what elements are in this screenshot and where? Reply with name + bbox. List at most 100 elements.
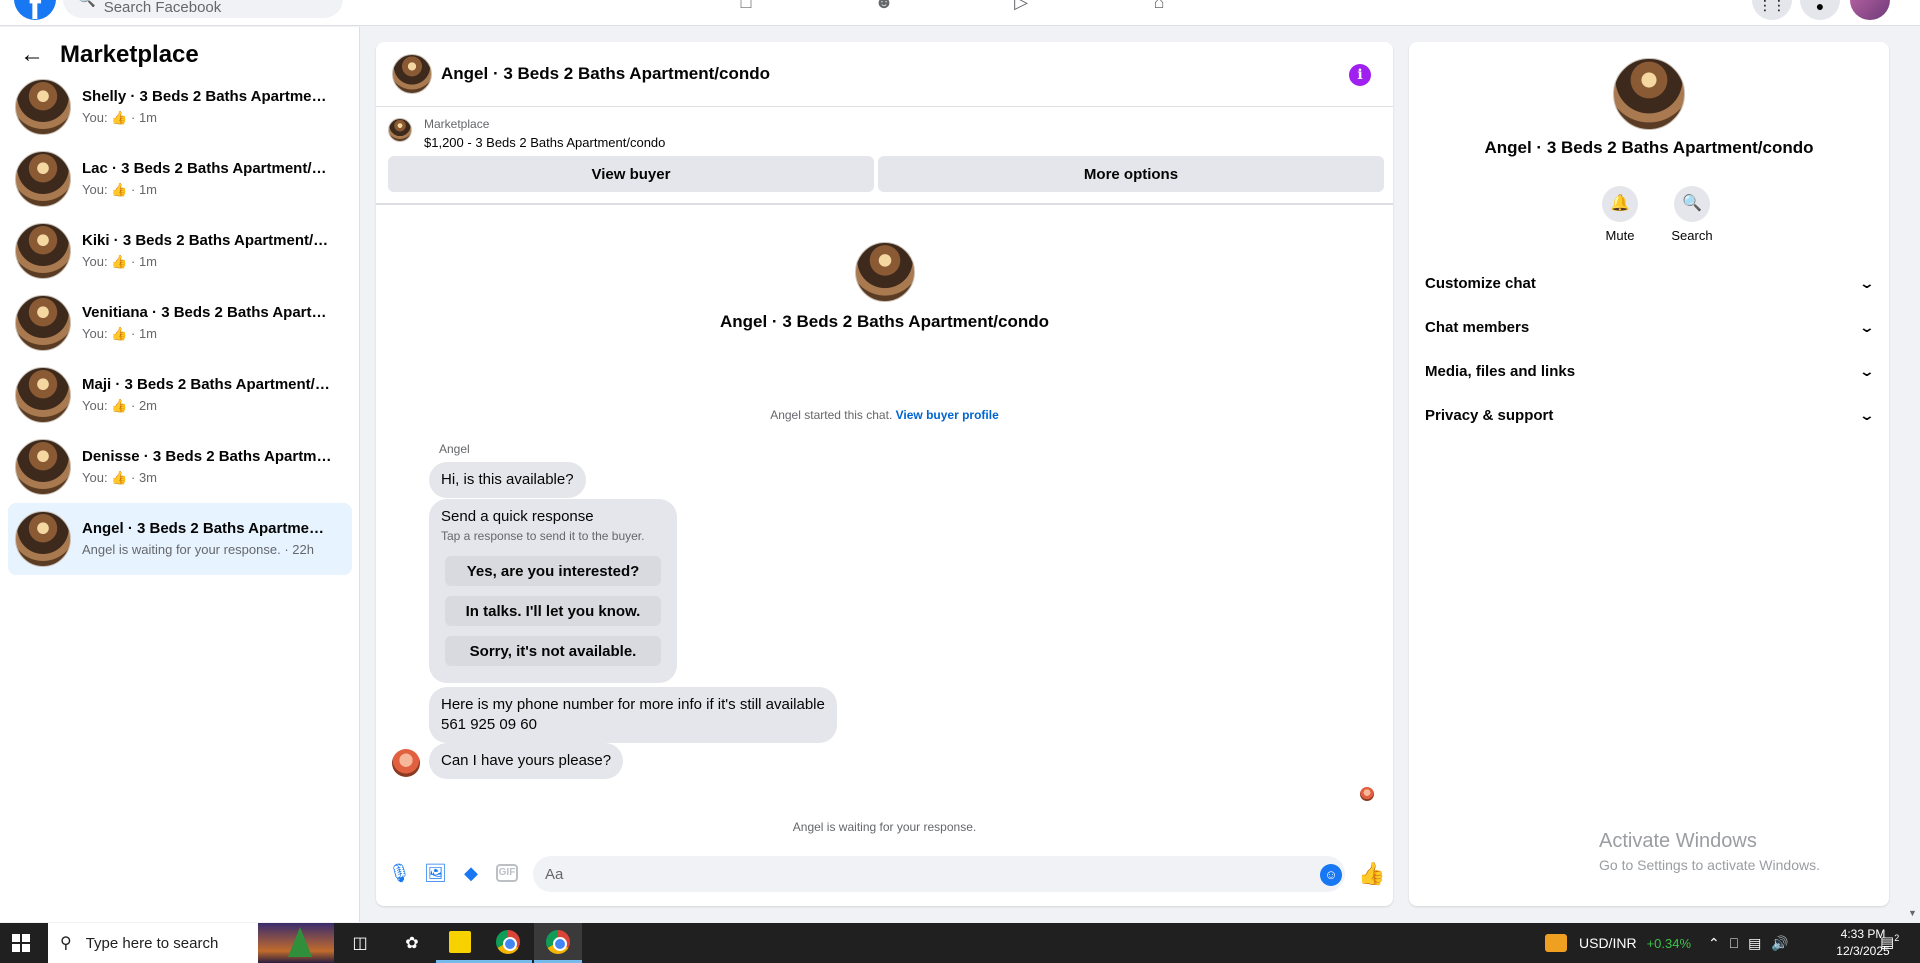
friends-icon[interactable]: ☻ xyxy=(871,0,897,12)
chat-panel: Angel · 3 Beds 2 Baths Apartment/condo i… xyxy=(376,42,1393,906)
like-icon: 👍 xyxy=(111,254,128,269)
view-buyer-profile-link[interactable]: View buyer profile xyxy=(896,408,999,422)
conversation-item[interactable]: Kiki · 3 Beds 2 Baths Apartment/co... Yo… xyxy=(8,215,352,287)
menu-icon[interactable]: ⋮⋮ xyxy=(1752,0,1792,20)
taskbar-search-box[interactable]: ⚲ Type here to search xyxy=(48,923,258,963)
back-arrow-icon[interactable]: ← xyxy=(20,41,44,69)
quick-response-option[interactable]: Yes, are you interested? xyxy=(445,556,661,586)
facebook-search-box[interactable]: 🔍 Search Facebook xyxy=(63,0,343,18)
chrome-icon[interactable] xyxy=(484,923,532,963)
privacy-support-section[interactable]: Privacy & support ⌄ xyxy=(1425,393,1875,437)
info-avatar xyxy=(1613,58,1685,130)
quick-response-card: Send a quick response Tap a response to … xyxy=(429,499,677,683)
like-icon: 👍 xyxy=(111,398,128,413)
listing-thumbnail xyxy=(388,118,412,142)
listing-source: Marketplace xyxy=(424,117,490,131)
customize-chat-section[interactable]: Customize chat ⌄ xyxy=(1425,261,1876,305)
message-input[interactable] xyxy=(533,856,1345,892)
quick-response-option[interactable]: In talks. I'll let you know. xyxy=(445,596,661,626)
home-icon[interactable]: □ xyxy=(733,0,759,12)
listing-thumbnail xyxy=(15,295,71,351)
task-view-icon[interactable]: ◫ xyxy=(336,923,384,963)
message-composer: 🎙 🖼 ◆ GIF ☺ 👍 xyxy=(376,852,1393,896)
listing-thumbnail xyxy=(15,79,71,135)
message-bubble: Hi, is this available? xyxy=(429,462,586,498)
listing-banner: Marketplace $1,200 - 3 Beds 2 Baths Apar… xyxy=(376,108,1393,205)
chat-title[interactable]: Angel · 3 Beds 2 Baths Apartment/condo xyxy=(441,64,770,84)
quick-response-subtitle: Tap a response to send it to the buyer. xyxy=(441,529,645,543)
search-icon: 🔍 xyxy=(1674,186,1710,222)
more-options-button[interactable]: More options xyxy=(878,156,1384,192)
quick-response-title: Send a quick response xyxy=(441,508,594,525)
chevron-down-icon: ⌄ xyxy=(1858,362,1876,379)
conversation-item[interactable]: Venitiana · 3 Beds 2 Baths Apartm... You… xyxy=(8,287,352,359)
conversation-item[interactable]: Denisse · 3 Beds 2 Baths Apartmen... You… xyxy=(8,431,352,503)
notification-center-icon[interactable]: ▤2 xyxy=(1880,933,1899,951)
intro-avatar xyxy=(854,242,915,302)
listing-thumbnail xyxy=(15,223,71,279)
media-files-links-section[interactable]: Media, files and links ⌄ xyxy=(1425,349,1876,393)
sticker-icon[interactable]: ◆ xyxy=(460,862,482,884)
listing-thumbnail xyxy=(15,151,71,207)
chat-info-panel: Angel · 3 Beds 2 Baths Apartment/condo 🔔… xyxy=(1409,42,1889,906)
search-in-chat-button[interactable]: 🔍 Search xyxy=(1662,186,1722,243)
conversation-title: Angel · 3 Beds 2 Baths Apartment/... xyxy=(82,520,332,537)
message-bubble: Can I have yours please? xyxy=(429,743,624,779)
seen-indicator-avatar xyxy=(1360,787,1374,801)
sender-name: Angel xyxy=(439,442,470,456)
chevron-down-icon: ⌄ xyxy=(1858,274,1876,291)
top-navigation-bar: f 🔍 Search Facebook □ ☻ ▷ ⌂ ⋮⋮ ● xyxy=(0,0,1920,26)
marketplace-inbox-sidebar: ← Marketplace Shelly · 3 Beds 2 Baths Ap… xyxy=(0,27,360,922)
facebook-logo-icon[interactable]: f xyxy=(14,0,56,20)
chat-intro: Angel · 3 Beds 2 Baths Apartment/condo xyxy=(376,242,1393,332)
sticky-notes-icon[interactable] xyxy=(436,923,484,963)
chevron-down-icon: ⌄ xyxy=(1858,318,1876,335)
currency-ticker-widget[interactable]: USD/INR +0.34% xyxy=(1545,923,1691,963)
quick-response-option[interactable]: Sorry, it's not available. xyxy=(445,636,661,666)
search-highlight-image[interactable] xyxy=(258,923,334,963)
sender-avatar[interactable] xyxy=(392,749,420,777)
conversation-item[interactable]: Shelly · 3 Beds 2 Baths Apartment/... Yo… xyxy=(8,71,352,143)
activate-windows-watermark: Activate Windows Go to Settings to activ… xyxy=(1599,830,1820,873)
info-icon[interactable]: i xyxy=(1349,64,1371,86)
conversation-status: Angel is waiting for your response. · 22… xyxy=(82,542,314,557)
conversation-title: Maji · 3 Beds 2 Baths Apartment/c... xyxy=(82,376,332,393)
listing-price-title[interactable]: $1,200 - 3 Beds 2 Baths Apartment/condo xyxy=(424,135,665,150)
emoji-icon[interactable]: ☺ xyxy=(1320,864,1342,886)
conversation-title: Kiki · 3 Beds 2 Baths Apartment/co... xyxy=(82,232,332,249)
chat-header: Angel · 3 Beds 2 Baths Apartment/condo i xyxy=(376,42,1393,107)
sidebar-title: Marketplace xyxy=(60,41,199,68)
gif-icon[interactable]: GIF xyxy=(496,864,518,882)
marketplace-icon[interactable]: ⌂ xyxy=(1146,0,1172,12)
chat-avatar[interactable] xyxy=(392,54,432,94)
photo-icon[interactable]: 🖼 xyxy=(424,862,447,884)
like-icon: 👍 xyxy=(111,110,128,125)
bell-icon: 🔔 xyxy=(1602,186,1638,222)
system-tray-icons[interactable]: ⌃⎕▤🔊 xyxy=(1708,935,1799,952)
chrome-profile-icon[interactable] xyxy=(534,923,582,963)
app-icon[interactable]: ✿ xyxy=(388,923,436,963)
listing-thumbnail xyxy=(15,367,71,423)
view-buyer-button[interactable]: View buyer xyxy=(388,156,874,192)
video-icon[interactable]: ▷ xyxy=(1008,0,1034,12)
like-icon: 👍 xyxy=(111,182,128,197)
listing-thumbnail xyxy=(15,439,71,495)
scrollbar-down-arrow[interactable]: ▼ xyxy=(1908,908,1917,918)
sidebar-header: ← Marketplace xyxy=(20,41,199,69)
thumbs-up-icon[interactable]: 👍 xyxy=(1358,861,1385,887)
mute-button[interactable]: 🔔 Mute xyxy=(1590,186,1650,243)
chat-members-section[interactable]: Chat members ⌄ xyxy=(1425,305,1876,349)
notifications-icon[interactable]: ● xyxy=(1800,0,1840,20)
conversation-item[interactable]: Lac · 3 Beds 2 Baths Apartment/co... You… xyxy=(8,143,352,215)
search-icon: 🔍 xyxy=(77,0,96,8)
conversation-title: Denisse · 3 Beds 2 Baths Apartmen... xyxy=(82,448,332,465)
conversation-title: Lac · 3 Beds 2 Baths Apartment/co... xyxy=(82,160,332,177)
conversation-title: Venitiana · 3 Beds 2 Baths Apartm... xyxy=(82,304,332,321)
search-icon: ⚲ xyxy=(60,935,72,952)
profile-avatar[interactable] xyxy=(1850,0,1890,20)
microphone-icon[interactable]: 🎙 xyxy=(388,862,411,884)
windows-start-icon[interactable] xyxy=(12,934,30,952)
conversation-item-active[interactable]: Angel · 3 Beds 2 Baths Apartment/... Ang… xyxy=(8,503,352,575)
conversation-item[interactable]: Maji · 3 Beds 2 Baths Apartment/c... You… xyxy=(8,359,352,431)
message-bubble: Here is my phone number for more info if… xyxy=(429,687,837,743)
